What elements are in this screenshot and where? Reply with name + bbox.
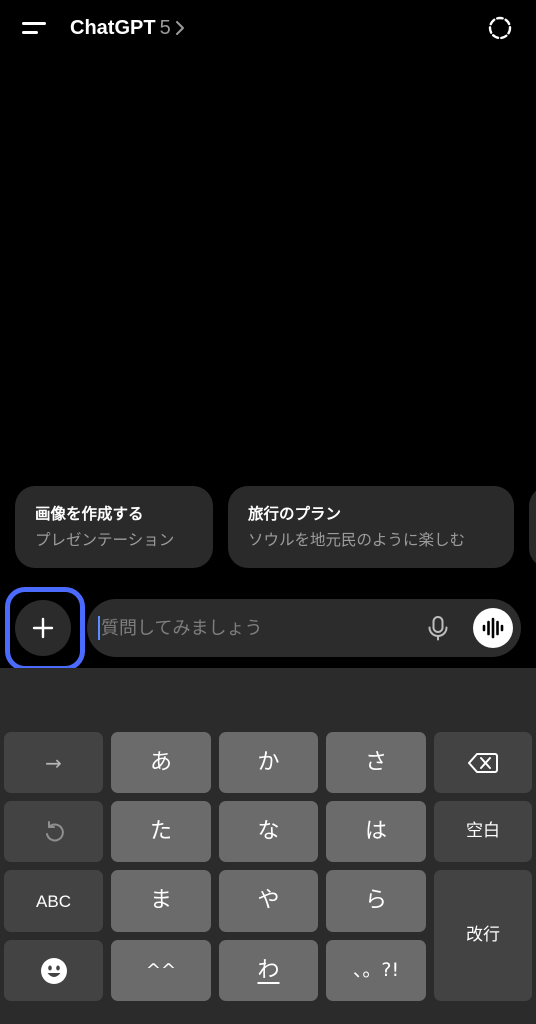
suggestion-card[interactable]: 旅行のプラン ソウルを地元民のように楽しむ [228,486,514,568]
key-na[interactable]: な [219,801,318,862]
prompt-input[interactable] [101,599,411,657]
app-title: ChatGPT [70,16,156,39]
key-undo[interactable] [4,801,103,862]
backspace-icon [468,752,498,773]
chevron-right-icon [175,21,184,35]
suggestion-carousel[interactable]: 画像を作成する プレゼンテーション 旅行のプラン ソウルを地元民のように楽しむ [0,486,536,568]
suggestion-subtitle: ソウルを地元民のように楽しむ [248,531,466,549]
key-punctuation[interactable]: 、。?! [326,940,426,1001]
microphone-icon[interactable] [424,614,452,642]
suggestion-title: 画像を作成する [35,505,144,523]
key-ha[interactable]: は [326,801,426,862]
model-selector[interactable]: ChatGPT 5 [70,14,187,42]
emoji-icon [40,957,67,984]
key-sa[interactable]: さ [326,732,426,793]
suggestion-card[interactable]: 画像を作成する プレゼンテーション [15,486,213,568]
key-ma[interactable]: ま [111,870,211,932]
temporary-chat-icon[interactable] [486,14,514,42]
key-emoji[interactable] [4,940,103,1001]
composer-bar [87,599,521,657]
suggestion-subtitle: プレゼンテーション [35,531,175,549]
key-ra[interactable]: ら [326,870,426,932]
menu-icon[interactable] [22,20,48,38]
suggestion-card-partial[interactable] [529,486,536,568]
japanese-kana-keyboard: → あ か さ た な は 空白 ABC ま や ら 改行 ^^ わ 、。?! [0,668,536,1024]
text-cursor [98,616,100,640]
key-space[interactable]: 空白 [434,801,532,862]
key-wa[interactable]: わ [219,940,318,1001]
key-abc-switch[interactable]: ABC [4,870,103,932]
key-next-arrow[interactable]: → [4,732,103,793]
key-kaomoji[interactable]: ^^ [111,940,211,1001]
key-ya[interactable]: や [219,870,318,932]
model-version: 5 [159,16,171,39]
undo-icon [45,820,64,841]
voice-waveform-icon [482,617,504,639]
key-delete[interactable] [434,732,532,793]
voice-mode-button[interactable] [473,608,513,648]
key-a[interactable]: あ [111,732,211,793]
add-attachment-button[interactable] [15,600,71,656]
chatgpt-app-screen: ChatGPT 5 画像を作成する プレゼンテーション 旅行のプラン ソウルを地… [0,0,536,1024]
key-ka[interactable]: か [219,732,318,793]
key-ta[interactable]: た [111,801,211,862]
suggestion-title: 旅行のプラン [248,505,342,523]
plus-icon [32,617,54,639]
key-return[interactable]: 改行 [434,870,532,1001]
